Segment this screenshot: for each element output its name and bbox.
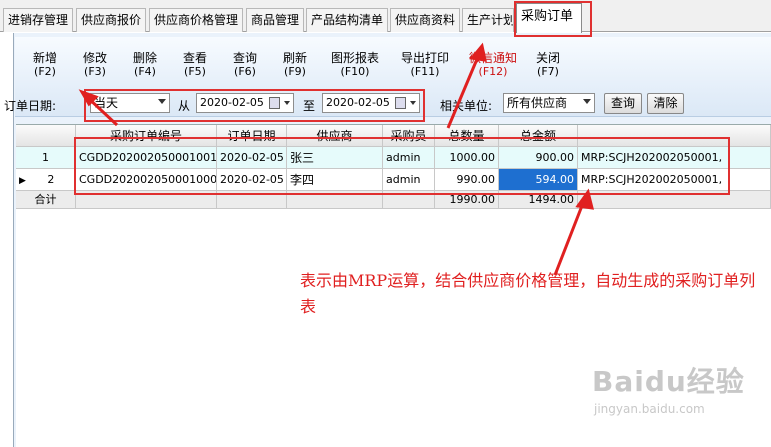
chevron-down-icon bbox=[583, 99, 591, 104]
query-button[interactable]: 查询 bbox=[604, 93, 642, 114]
unit-value: 所有供应商 bbox=[507, 96, 568, 110]
table-row[interactable]: 1 CGDD202002050001001 2020-02-05 张三 admi… bbox=[16, 147, 771, 169]
order-no-cell[interactable]: CGDD202002050001000 bbox=[76, 169, 217, 191]
header-qty[interactable]: 总数量 bbox=[435, 125, 499, 147]
amount-cell[interactable]: 900.00 bbox=[499, 147, 578, 169]
row-index-number: 2 bbox=[47, 173, 55, 186]
summary-label: 合计 bbox=[16, 191, 76, 209]
row-pointer-icon: ▶ bbox=[19, 176, 26, 186]
header-index bbox=[16, 125, 76, 147]
note-cell[interactable]: MRP:SCJH202002050001, bbox=[578, 147, 771, 169]
header-buyer[interactable]: 采购员 bbox=[383, 125, 435, 147]
summary-empty bbox=[76, 191, 217, 209]
chevron-down-icon bbox=[410, 101, 416, 105]
summary-qty: 1990.00 bbox=[435, 191, 499, 209]
delete-button[interactable]: 删除 (F4) bbox=[133, 51, 157, 79]
summary-empty bbox=[578, 191, 771, 209]
tab-supplier-price[interactable]: 供应商价格管理 bbox=[149, 8, 244, 32]
unit-label: 相关单位: bbox=[440, 99, 493, 113]
supplier-cell[interactable]: 李四 bbox=[287, 169, 383, 191]
tab-strip: 进销存管理 供应商报价 供应商价格管理 商品管理 产品结构清单 供应商资料 生产… bbox=[0, 0, 771, 33]
tab-production-plan[interactable]: 生产计划 bbox=[462, 8, 514, 32]
header-supplier[interactable]: 供应商 bbox=[287, 125, 383, 147]
tab-inventory[interactable]: 进销存管理 bbox=[3, 8, 74, 32]
date-from-value: 2020-02-05 bbox=[200, 96, 264, 109]
period-select[interactable]: 当天 bbox=[90, 93, 170, 113]
to-label: 至 bbox=[303, 99, 316, 113]
date-cell[interactable]: 2020-02-05 bbox=[217, 147, 287, 169]
grid-header: 采购订单编号 订单日期 供应商 采购员 总数量 总金额 bbox=[16, 125, 771, 147]
refresh-button[interactable]: 刷新 (F9) bbox=[283, 51, 307, 79]
annotation-text: 表示由MRP运算，结合供应商价格管理，自动生成的采购订单列表 bbox=[300, 271, 756, 316]
summary-empty bbox=[287, 191, 383, 209]
watermark: Baidu经验 jingyan.baidu.com bbox=[592, 360, 745, 416]
date-to-value: 2020-02-05 bbox=[326, 96, 390, 109]
query-toolbar-button[interactable]: 查询 (F6) bbox=[233, 51, 257, 79]
qty-cell[interactable]: 1000.00 bbox=[435, 147, 499, 169]
amount-cell-selected[interactable]: 594.00 bbox=[499, 169, 578, 191]
watermark-brand: Baidu经验 bbox=[592, 365, 745, 398]
tab-product[interactable]: 商品管理 bbox=[246, 8, 305, 32]
note-cell[interactable]: MRP:SCJH202002050001, bbox=[578, 169, 771, 191]
tab-supplier-quote[interactable]: 供应商报价 bbox=[76, 8, 147, 32]
header-order-no[interactable]: 采购订单编号 bbox=[76, 125, 217, 147]
date-to-picker[interactable]: 2020-02-05 bbox=[322, 93, 420, 113]
chevron-down-icon bbox=[284, 101, 290, 105]
row-index: 1 bbox=[16, 147, 76, 169]
add-button[interactable]: 新增 (F2) bbox=[33, 51, 57, 79]
tab-purchase-order[interactable]: 采购订单 bbox=[516, 3, 582, 33]
summary-row: 合计 1990.00 1494.00 bbox=[16, 191, 771, 209]
edit-button[interactable]: 修改 (F3) bbox=[83, 51, 107, 79]
buyer-cell[interactable]: admin bbox=[383, 169, 435, 191]
period-value: 当天 bbox=[94, 96, 119, 110]
table-row[interactable]: ▶ 2 CGDD202002050001000 2020-02-05 李四 ad… bbox=[16, 169, 771, 191]
header-note[interactable] bbox=[578, 125, 771, 147]
calendar-icon bbox=[395, 97, 406, 109]
supplier-cell[interactable]: 张三 bbox=[287, 147, 383, 169]
order-no-cell[interactable]: CGDD202002050001001 bbox=[76, 147, 217, 169]
tab-supplier-info[interactable]: 供应商资料 bbox=[390, 8, 461, 32]
summary-empty bbox=[217, 191, 287, 209]
chevron-down-icon bbox=[158, 99, 166, 104]
close-button[interactable]: 关闭 (F7) bbox=[536, 51, 560, 79]
buyer-cell[interactable]: admin bbox=[383, 147, 435, 169]
tab-bom[interactable]: 产品结构清单 bbox=[306, 8, 389, 32]
summary-empty bbox=[383, 191, 435, 209]
wechat-notify-button[interactable]: 微信通知 (F12) bbox=[469, 51, 517, 79]
header-amount[interactable]: 总金额 bbox=[499, 125, 578, 147]
view-button[interactable]: 查看 (F5) bbox=[183, 51, 207, 79]
header-date[interactable]: 订单日期 bbox=[217, 125, 287, 147]
clear-button[interactable]: 清除 bbox=[647, 93, 684, 114]
chart-report-button[interactable]: 图形报表 (F10) bbox=[331, 51, 379, 79]
watermark-url: jingyan.baidu.com bbox=[594, 402, 705, 416]
date-cell[interactable]: 2020-02-05 bbox=[217, 169, 287, 191]
summary-amount: 1494.00 bbox=[499, 191, 578, 209]
filter-bar: 订单日期: 当天 从 2020-02-05 至 2020-02-05 相关单位:… bbox=[0, 90, 771, 118]
calendar-icon bbox=[269, 97, 280, 109]
unit-select[interactable]: 所有供应商 bbox=[503, 93, 595, 113]
export-print-button[interactable]: 导出打印 (F11) bbox=[401, 51, 449, 79]
row-index: ▶ 2 bbox=[16, 169, 76, 191]
date-from-picker[interactable]: 2020-02-05 bbox=[196, 93, 294, 113]
order-date-label: 订单日期: bbox=[4, 99, 57, 113]
from-label: 从 bbox=[178, 99, 191, 113]
qty-cell[interactable]: 990.00 bbox=[435, 169, 499, 191]
